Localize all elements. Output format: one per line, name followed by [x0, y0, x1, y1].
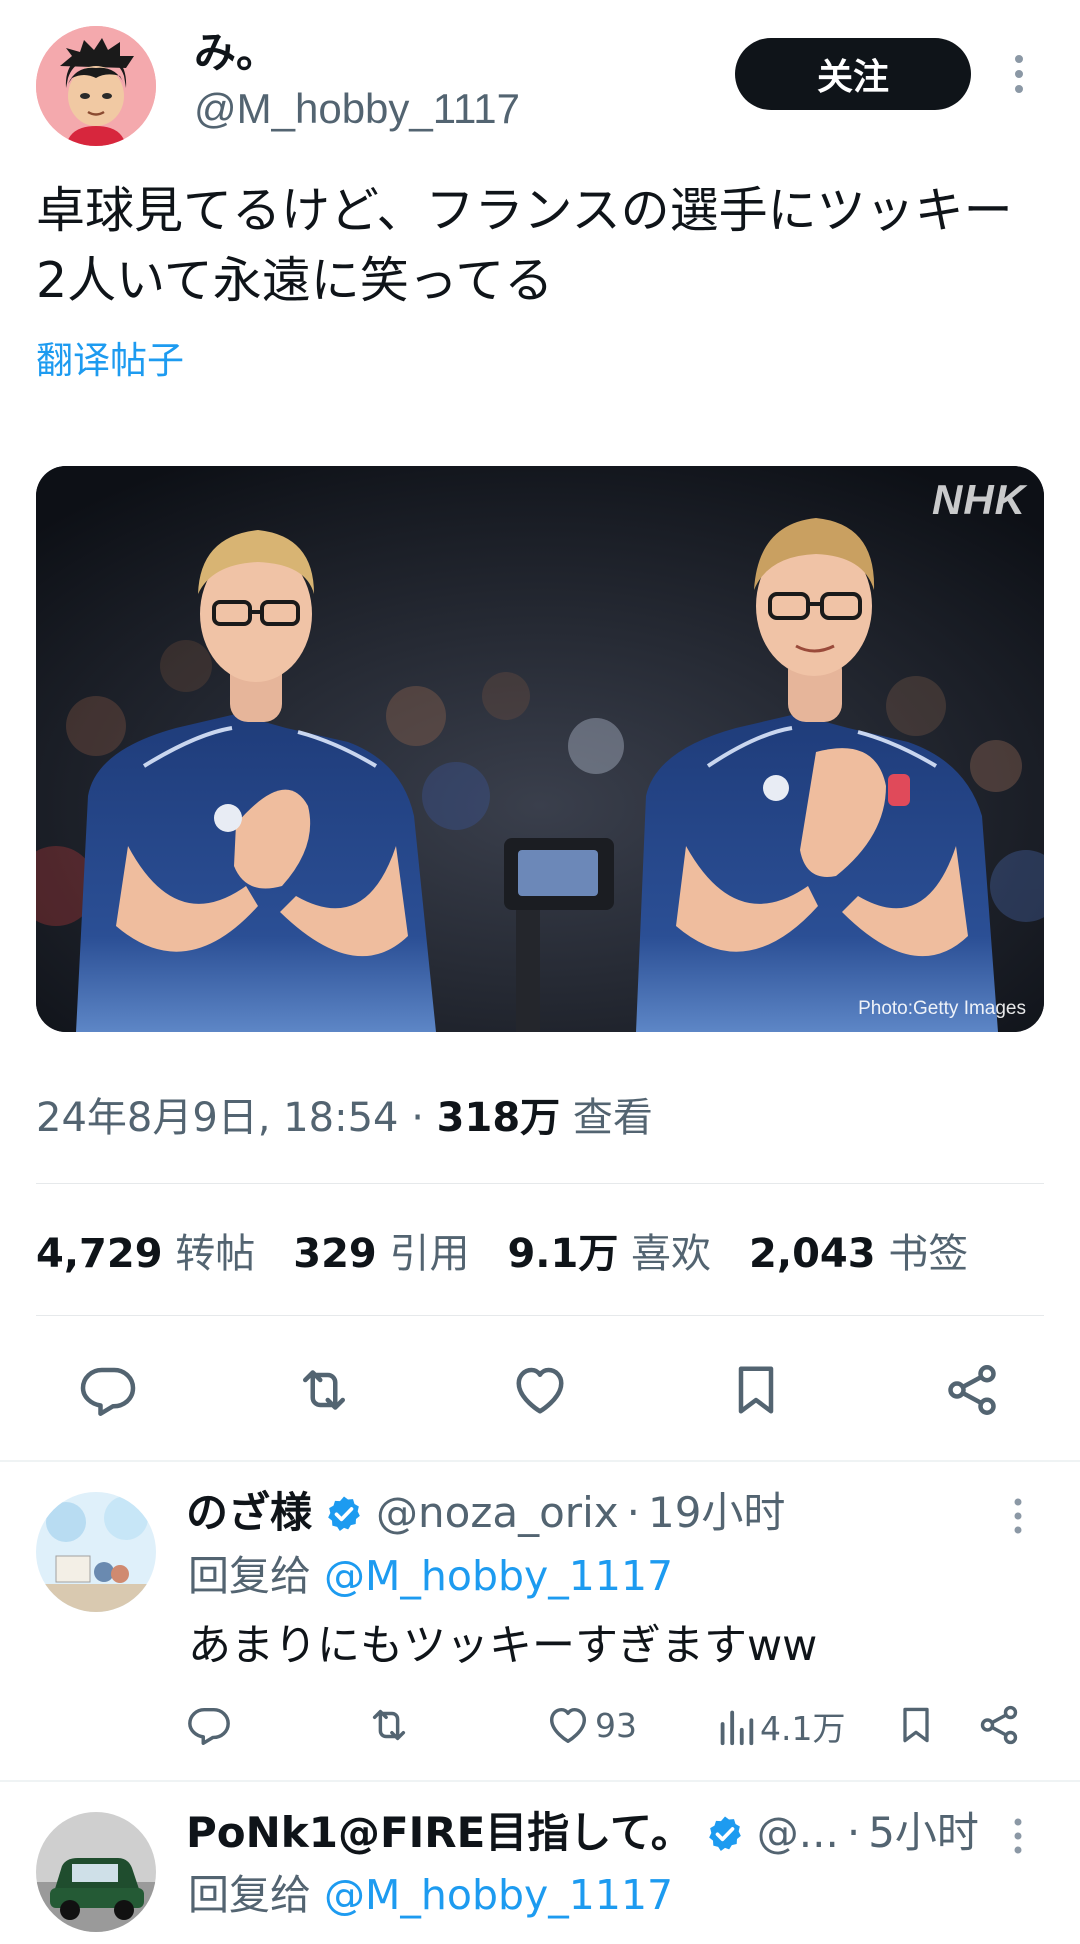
reply-text: あまりにもツッキーすぎますww	[188, 1621, 818, 1671]
reply-bookmark-icon[interactable]	[894, 1702, 938, 1748]
reply-views-button[interactable]: 4.1万	[716, 1702, 845, 1750]
reply-views-count: 4.1万	[760, 1709, 846, 1748]
reply-avatar[interactable]	[36, 1492, 156, 1612]
reply-handle[interactable]: @...	[757, 1806, 839, 1860]
reply-action-bar: 93 4.1万	[0, 1696, 1080, 1756]
post-datetime[interactable]: 24年8月9日, 18:54	[36, 1095, 399, 1141]
reply-separator: ·	[626, 1488, 640, 1537]
reply-to-line: 回复给 @M_hobby_1117	[188, 1868, 673, 1922]
reply-to-handle-link[interactable]: @M_hobby_1117	[324, 1552, 673, 1600]
reply-to-line: 回复给 @M_hobby_1117	[188, 1549, 673, 1603]
reply-like-button[interactable]: 93	[545, 1702, 637, 1748]
bookmark-icon[interactable]	[720, 1354, 792, 1426]
reply-to-label: 回复给	[188, 1552, 311, 1600]
post-stats: 4,729 转帖 329 引用 9.1万 喜欢 2,043 书签	[36, 1224, 968, 1284]
verified-badge-icon	[324, 1493, 364, 1533]
stat-reposts[interactable]: 4,729 转帖	[36, 1224, 255, 1284]
like-icon[interactable]	[504, 1354, 576, 1426]
author-avatar[interactable]	[36, 26, 156, 146]
analytics-icon	[720, 1710, 754, 1746]
reply-more-icon[interactable]	[1006, 1496, 1030, 1536]
reply-to-handle-link[interactable]: @M_hobby_1117	[324, 1871, 673, 1919]
reply-header: のざ様 @noza_orix · 19小时	[186, 1486, 785, 1540]
heart-icon	[549, 1707, 587, 1744]
stat-quotes[interactable]: 329 引用	[293, 1224, 469, 1284]
reply-like-count: 93	[595, 1705, 637, 1745]
follow-button[interactable]: 关注	[735, 38, 971, 110]
more-options-icon[interactable]	[1004, 52, 1034, 96]
reply-more-icon[interactable]	[1006, 1816, 1030, 1856]
post-media-image[interactable]: NHK Photo:Getty Images	[36, 466, 1044, 1032]
reply-time[interactable]: 5小时	[868, 1806, 979, 1860]
nhk-watermark: NHK	[932, 476, 1026, 523]
photo-credit: Photo:Getty Images	[858, 998, 1026, 1019]
section-divider	[0, 1460, 1080, 1462]
reply-icon[interactable]	[72, 1354, 144, 1426]
reply-share-icon[interactable]	[976, 1702, 1022, 1748]
reply-display-name[interactable]: PoNk1@FIRE目指して。	[186, 1806, 693, 1860]
reply-header: PoNk1@FIRE目指して。 @... · 5小时	[186, 1806, 979, 1860]
stat-bookmarks[interactable]: 2,043 书签	[749, 1224, 968, 1284]
author-display-name[interactable]: み。	[194, 28, 278, 78]
reply-reply-icon[interactable]	[186, 1702, 232, 1748]
section-divider	[0, 1780, 1080, 1782]
reply-separator: ·	[846, 1808, 861, 1857]
reply-to-label: 回复给	[188, 1871, 311, 1919]
translate-post-link[interactable]: 翻译帖子	[36, 336, 184, 386]
post-meta: 24年8月9日, 18:54 · 318万 查看	[36, 1090, 653, 1146]
reply-handle[interactable]: @noza_orix	[376, 1486, 619, 1540]
divider	[36, 1183, 1044, 1184]
post-text: 卓球見てるけど、フランスの選手にツッキー2人いて永遠に笑ってる	[36, 182, 1013, 309]
meta-separator: ·	[398, 1095, 437, 1141]
repost-icon[interactable]	[288, 1354, 360, 1426]
stat-likes[interactable]: 9.1万 喜欢	[507, 1224, 711, 1284]
reply-time[interactable]: 19小时	[648, 1486, 785, 1540]
share-icon[interactable]	[936, 1354, 1008, 1426]
author-handle[interactable]: @M_hobby_1117	[194, 84, 520, 134]
views-count: 318万	[436, 1095, 561, 1141]
reply-repost-icon[interactable]	[364, 1702, 414, 1748]
views-label: 查看	[572, 1095, 653, 1141]
divider	[36, 1315, 1044, 1316]
reply-display-name[interactable]: のざ様	[186, 1486, 312, 1540]
reply-avatar[interactable]	[36, 1812, 156, 1932]
verified-badge-icon	[705, 1813, 745, 1853]
post-action-bar	[0, 1344, 1080, 1436]
